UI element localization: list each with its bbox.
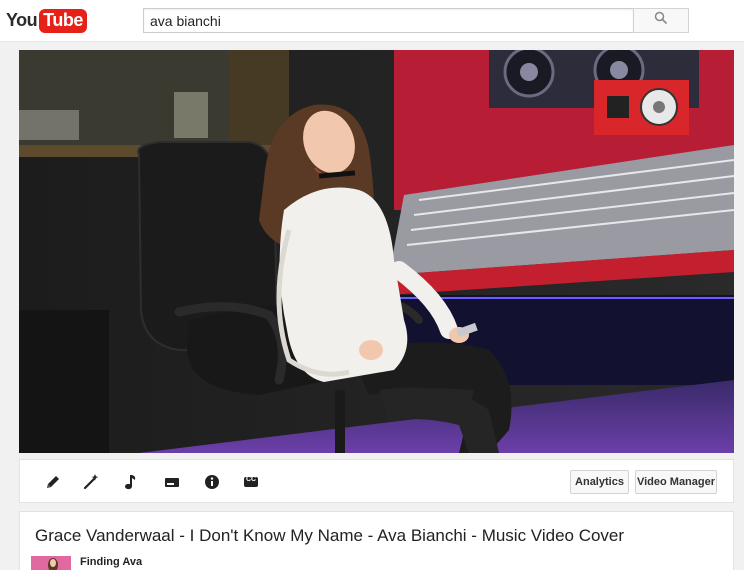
video-info: Grace Vanderwaal - I Don't Know My Name …	[19, 511, 734, 570]
logo-tube-text: Tube	[39, 8, 87, 33]
masthead: You Tube	[0, 0, 744, 42]
cc-icon[interactable]: CC	[242, 473, 260, 491]
video-title: Grace Vanderwaal - I Don't Know My Name …	[35, 526, 625, 545]
search-button[interactable]	[633, 8, 689, 33]
search-bar	[143, 8, 689, 33]
info-icon[interactable]	[203, 473, 221, 491]
pencil-icon[interactable]	[44, 473, 62, 491]
channel-avatar[interactable]	[31, 556, 71, 570]
video-manager-button[interactable]: Video Manager	[635, 470, 717, 494]
logo-you-text: You	[6, 10, 38, 30]
analytics-button[interactable]: Analytics	[570, 470, 629, 494]
search-icon	[654, 11, 668, 30]
video-player[interactable]	[19, 50, 734, 453]
magic-wand-icon[interactable]	[82, 473, 100, 491]
youtube-logo[interactable]: You Tube	[6, 8, 87, 33]
channel-name[interactable]: Finding Ava	[80, 556, 142, 568]
search-input[interactable]	[143, 8, 633, 33]
video-frame	[19, 50, 734, 453]
cc-label: CC	[245, 476, 257, 483]
creator-toolbar: CC Analytics Video Manager	[19, 459, 734, 503]
card-icon[interactable]	[163, 473, 181, 491]
music-note-icon[interactable]	[121, 473, 139, 491]
